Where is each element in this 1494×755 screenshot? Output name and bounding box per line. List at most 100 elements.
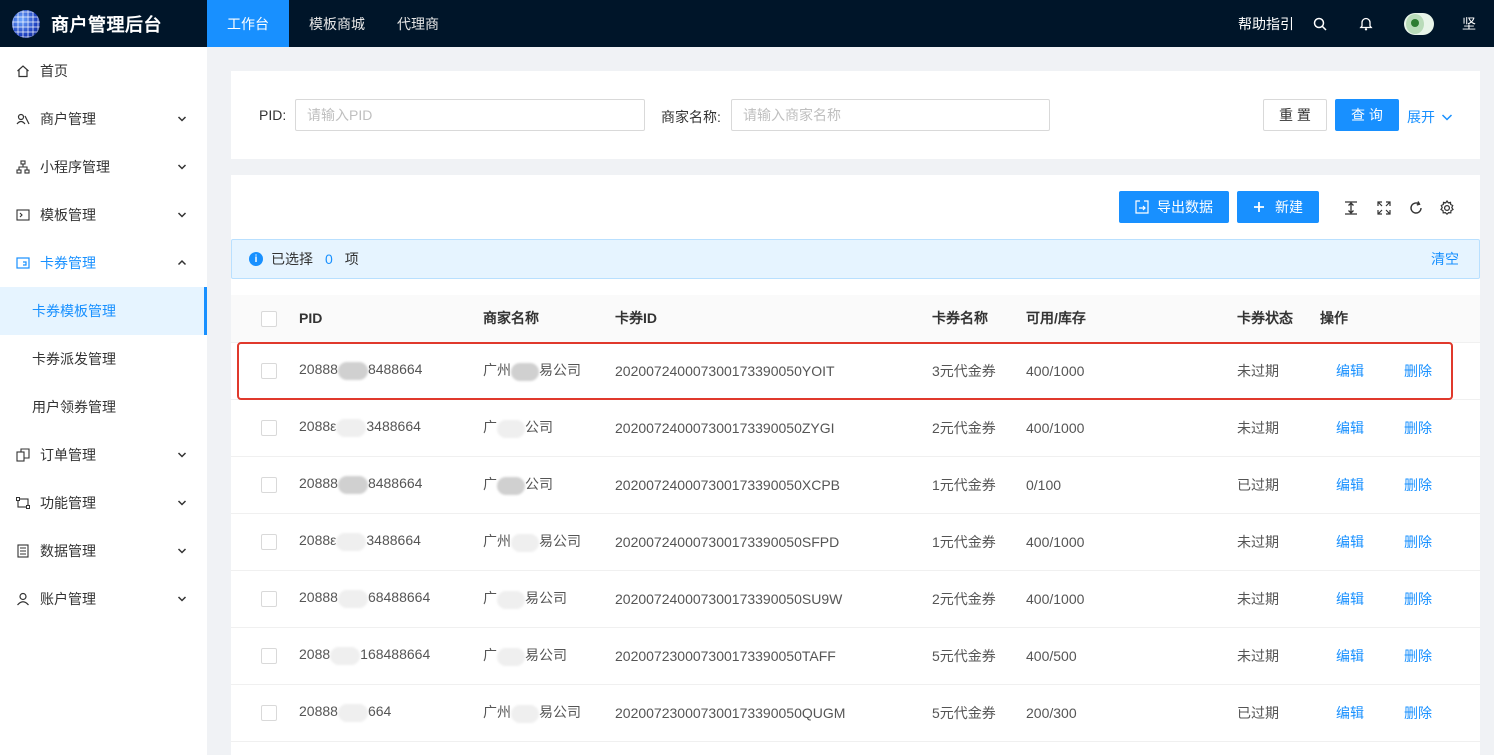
function-icon [16,496,30,510]
merchant-name-part: 易公司 [539,362,581,379]
avatar[interactable] [1404,12,1434,35]
chevron-down-icon [177,596,187,602]
edit-link[interactable]: 编辑 [1336,420,1364,436]
status-cell: 未过期 [1237,342,1320,400]
sidebar-subitem-coupon-template[interactable]: 卡券模板管理 [0,287,207,335]
username[interactable]: 坚 [1462,14,1476,34]
sidebar-item-data[interactable]: 数据管理 [0,527,207,575]
delete-link[interactable]: 删除 [1404,591,1432,607]
edit-cell: 编辑 [1320,627,1388,685]
edit-cell: 编辑 [1320,399,1388,457]
nav-template-store[interactable]: 模板商城 [289,0,385,47]
table-row[interactable]: 2088 168488664 广 易公司 20200723000730017339005… [231,627,1480,685]
edit-link[interactable]: 编辑 [1336,705,1364,721]
nav-agent[interactable]: 代理商 [385,0,451,47]
sidebar-item-template[interactable]: 模板管理 [0,191,207,239]
edit-link[interactable]: 编辑 [1336,534,1364,550]
clear-selection-link[interactable]: 清空 [1431,249,1459,269]
sidebar-item-label: 功能管理 [40,495,96,511]
delete-link[interactable]: 删除 [1404,648,1432,664]
coupon-icon [16,256,30,270]
pid-part: 2088ε [299,532,337,549]
table-row[interactable]: 20888 664 广州 易公司 202007230007300173390050QUG… [231,684,1480,742]
sidebar-subitem-coupon-dispatch[interactable]: 卡券派发管理 [0,335,207,383]
reset-button[interactable]: 重 置 [1263,99,1327,131]
row-select-cell[interactable] [231,627,299,685]
search-icon[interactable] [1312,16,1328,32]
delete-link[interactable]: 删除 [1404,705,1432,721]
sidebar-item-coupon[interactable]: 卡券管理 [0,239,207,287]
delete-cell: 删除 [1388,513,1480,571]
new-button[interactable]: 新建 [1237,191,1319,223]
row-checkbox[interactable] [261,648,277,665]
brand[interactable]: 商户管理后台 [0,0,207,47]
bell-icon[interactable] [1358,16,1374,32]
table-row[interactable]: 20888 8488664 广州 易公司 20200724000730017339005… [231,342,1480,400]
pid-input[interactable] [295,99,645,131]
data-icon [16,544,30,558]
sidebar-item-order[interactable]: 订单管理 [0,431,207,479]
header-pid: PID [299,295,483,343]
delete-link[interactable]: 删除 [1404,363,1432,379]
table-row[interactable]: 20888 68488664 广 易公司 20200724000730017339005… [231,570,1480,628]
export-button[interactable]: 导出数据 [1119,191,1229,223]
row-checkbox[interactable] [261,534,277,551]
row-select-cell[interactable] [231,342,299,400]
delete-link[interactable]: 删除 [1404,477,1432,493]
pid-part: 20888 [299,703,338,720]
row-checkbox[interactable] [261,705,277,722]
select-all-checkbox[interactable] [261,310,277,327]
edit-link[interactable]: 编辑 [1336,363,1364,379]
row-select-cell[interactable] [231,513,299,571]
coupon-id-cell: 202007230007300173390050QUGM [615,684,932,742]
pid-cell: 20888 8488664 [299,342,483,400]
redaction-blur [511,362,539,381]
sidebar-item-home[interactable]: 首页 [0,47,207,95]
coupon-id-cell: 202007240007300173390050SFPD [615,513,932,571]
delete-link[interactable]: 删除 [1404,534,1432,550]
table-row[interactable]: 2088ε 3488664 广州 易公司 20200724000730017339005… [231,513,1480,571]
edit-link[interactable]: 编辑 [1336,591,1364,607]
row-checkbox[interactable] [261,420,277,437]
nav-workbench[interactable]: 工作台 [207,0,289,47]
delete-cell: 删除 [1388,684,1480,742]
chevron-down-icon [177,452,187,458]
row-select-cell[interactable] [231,570,299,628]
help-link[interactable]: 帮助指引 [1238,14,1294,34]
coupon-id-cell: 202007240007300173390050YOIT [615,342,932,400]
row-checkbox[interactable] [261,363,277,380]
sidebar-item-account[interactable]: 账户管理 [0,575,207,623]
edit-cell: 编辑 [1320,684,1388,742]
merchant-name-input[interactable] [731,99,1050,131]
header-spacer [1388,295,1480,343]
merchant-name-cell: 广州 易公司 [483,342,615,400]
settings-icon[interactable] [1438,199,1456,217]
fullscreen-icon[interactable] [1375,199,1393,217]
table-row[interactable]: 20888 8488664 广 公司 202007240007300173390050X… [231,456,1480,514]
coupon-name-cell: 2元代金券 [932,399,1026,457]
row-select-cell[interactable] [231,456,299,514]
chevron-down-icon [177,548,187,554]
sidebar-item-merchant[interactable]: 商户管理 [0,95,207,143]
account-icon [16,592,30,606]
pid-cell: 20888 664 [299,684,483,742]
merchant-name-part: 广州 [483,362,511,379]
redaction-blur [497,590,525,609]
column-height-icon[interactable] [1342,199,1360,217]
row-select-cell[interactable] [231,399,299,457]
reload-icon[interactable] [1407,199,1425,217]
delete-link[interactable]: 删除 [1404,420,1432,436]
row-checkbox[interactable] [261,477,277,494]
expand-toggle[interactable]: 展开 [1407,107,1453,127]
table-row[interactable]: 2088ε 3488664 广 公司 202007240007300173390050Z… [231,399,1480,457]
header-select-all[interactable] [231,295,299,343]
sidebar-subitem-user-coupon[interactable]: 用户领券管理 [0,383,207,431]
edit-link[interactable]: 编辑 [1336,477,1364,493]
row-checkbox[interactable] [261,591,277,608]
stock-cell: 400/500 [1026,627,1237,685]
query-button[interactable]: 查 询 [1335,99,1399,131]
sidebar-item-function[interactable]: 功能管理 [0,479,207,527]
sidebar-item-miniprogram[interactable]: 小程序管理 [0,143,207,191]
row-select-cell[interactable] [231,684,299,742]
edit-link[interactable]: 编辑 [1336,648,1364,664]
